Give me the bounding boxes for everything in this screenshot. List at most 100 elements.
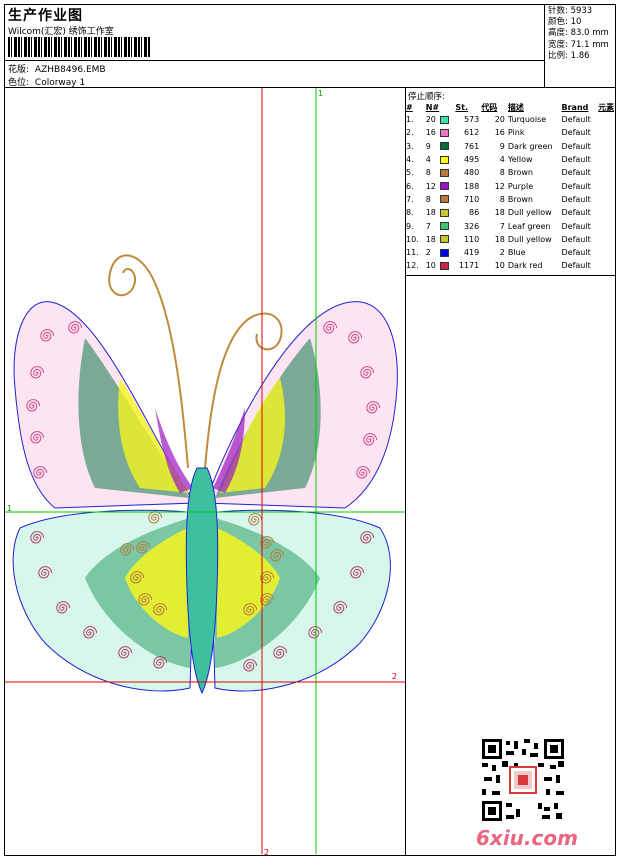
col-needle: N#	[425, 102, 440, 112]
color-swatch	[439, 248, 449, 257]
table-row: 4. 4 495 4 Yellow Default	[406, 153, 620, 166]
row-stitches: 612	[463, 128, 480, 138]
row-code: 2	[499, 248, 505, 258]
row-description: Dark green	[507, 141, 553, 151]
table-row: 8. 18 86 18 Dull yellow Default	[406, 206, 620, 219]
row-stitches: 480	[463, 168, 480, 178]
row-swatch	[439, 126, 456, 139]
row-stitches: 326	[463, 221, 480, 231]
stat-height: 高度: 83.0 mm	[548, 28, 609, 39]
table-row: 3. 9 761 9 Dark green Default	[406, 140, 620, 153]
guide-label-v-green: 1	[318, 89, 324, 98]
color-swatch	[439, 115, 449, 124]
row-code: 7	[499, 221, 505, 231]
row-element	[598, 219, 620, 232]
table-row: 11. 2 419 2 Blue Default	[406, 246, 620, 259]
row-element	[598, 233, 620, 246]
row-needle: 8	[425, 194, 431, 204]
row-stitches: 710	[463, 194, 480, 204]
table-row: 7. 8 710 8 Brown Default	[406, 193, 620, 206]
table-row: 9. 7 326 7 Leaf green Default	[406, 219, 620, 232]
row-description: Brown	[507, 194, 533, 204]
row-needle: 10	[425, 261, 436, 271]
stat-stitches: 针数: 5933	[548, 6, 593, 16]
row-needle: 2	[425, 248, 431, 258]
row-index: 12.	[406, 261, 419, 271]
design-label: 花版:	[8, 65, 30, 75]
colorway-value: Colorway 1	[34, 78, 86, 88]
row-brand: Default	[561, 141, 591, 151]
guide-label-h-green: 1	[7, 504, 13, 513]
row-index: 10.	[406, 234, 419, 244]
color-swatch	[439, 208, 449, 217]
row-index: 1.	[406, 115, 414, 125]
row-element	[598, 166, 620, 179]
butterfly-design	[5, 88, 405, 854]
stop-sequence-table: # N# St. 代码 描述 Brand 元素 1. 20 573 20 Turquoi…	[406, 101, 620, 273]
table-row: 10. 18 110 18 Dull yellow Default	[406, 233, 620, 246]
colorway-row: 色位: Colorway 1	[8, 75, 85, 88]
color-swatch	[439, 155, 449, 164]
row-index: 6.	[406, 181, 414, 191]
row-element	[598, 246, 620, 259]
design-file-row: 花版: AZHB8496.EMB	[8, 62, 106, 75]
color-swatch	[439, 142, 449, 151]
row-code: 9	[499, 141, 505, 151]
row-description: Leaf green	[507, 221, 551, 231]
row-code: 16	[494, 128, 505, 138]
row-stitches: 110	[463, 234, 480, 244]
color-swatch	[439, 128, 449, 137]
row-description: Dull yellow	[507, 234, 552, 244]
row-swatch	[439, 206, 456, 219]
row-swatch	[439, 259, 456, 272]
row-element	[598, 206, 620, 219]
row-element	[598, 113, 620, 126]
row-brand: Default	[561, 261, 591, 271]
row-brand: Default	[561, 128, 591, 138]
row-swatch	[439, 179, 456, 192]
row-brand: Default	[561, 234, 591, 244]
row-brand: Default	[561, 115, 591, 125]
row-code: 8	[499, 194, 505, 204]
row-stitches: 495	[463, 155, 480, 165]
row-brand: Default	[561, 194, 591, 204]
row-index: 2.	[406, 128, 414, 138]
col-element: 元素	[598, 102, 615, 112]
row-brand: Default	[561, 221, 591, 231]
color-swatch	[439, 182, 449, 191]
row-needle: 16	[425, 128, 436, 138]
row-element	[598, 179, 620, 192]
row-index: 7.	[406, 194, 414, 204]
row-stitches: 419	[463, 248, 480, 258]
stat-colors: 颜色: 10	[548, 17, 582, 28]
color-swatch	[439, 261, 449, 270]
row-needle: 12	[425, 181, 436, 191]
company-name: Wilcom(汇宏) 绣饰工作室	[8, 27, 114, 37]
row-brand: Default	[561, 155, 591, 165]
row-stitches: 188	[463, 181, 480, 191]
row-stitches: 573	[463, 115, 480, 125]
col-code: 代码	[481, 102, 498, 112]
stat-scale: 比例: 1.86	[548, 50, 590, 61]
col-brand: Brand	[561, 102, 589, 112]
row-needle: 8	[425, 168, 431, 178]
row-needle: 9	[425, 141, 431, 151]
row-stitches: 86	[469, 208, 480, 218]
row-needle: 18	[425, 208, 436, 218]
row-swatch	[439, 219, 456, 232]
color-swatch	[439, 168, 449, 177]
row-description: Dark red	[507, 261, 543, 271]
row-brand: Default	[561, 168, 591, 178]
row-element	[598, 153, 620, 166]
table-row: 5. 8 480 8 Brown Default	[406, 166, 620, 179]
row-code: 12	[494, 181, 505, 191]
qr-code	[480, 737, 566, 823]
row-needle: 7	[425, 221, 431, 231]
upper-right-wing	[204, 301, 398, 509]
row-swatch	[439, 193, 456, 206]
colorway-label: 色位:	[8, 78, 30, 88]
row-code: 8	[499, 168, 505, 178]
header-divider	[4, 60, 544, 61]
row-brand: Default	[561, 181, 591, 191]
row-description: Blue	[507, 248, 526, 258]
